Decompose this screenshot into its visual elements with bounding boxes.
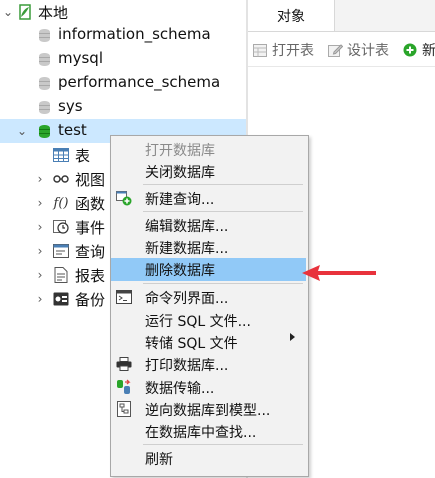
new-query-icon — [116, 190, 132, 206]
menu-item-new-query[interactable]: 新建查询... — [111, 187, 306, 210]
menu-item-print-database[interactable]: 打印数据库... — [111, 353, 306, 376]
design-table-label: 设计表 — [347, 43, 389, 59]
tab-objects[interactable]: 对象 — [248, 0, 335, 31]
menu-item-run-sql-file[interactable]: 运行 SQL 文件... — [111, 309, 306, 332]
chevron-down-icon[interactable]: ⌄ — [16, 124, 28, 138]
tree-node-connection[interactable]: ⌄ 本地 — [0, 0, 246, 24]
open-table-button[interactable]: 打开表 — [252, 40, 314, 60]
tree-node-label: 事件 — [75, 219, 106, 237]
database-icon — [36, 123, 52, 139]
connection-leaf-icon — [17, 4, 33, 20]
design-table-icon — [327, 42, 343, 58]
menu-item-label: 打开数据库 — [145, 143, 215, 159]
function-icon: f() — [53, 195, 69, 211]
new-table-label: 新 — [422, 43, 435, 59]
menu-item-delete-database[interactable]: 删除数据库 — [111, 258, 306, 281]
menu-separator — [143, 184, 303, 185]
menu-item-label: 逆向数据库到模型... — [145, 403, 271, 419]
tree-node-database[interactable]: sys — [0, 95, 246, 119]
menu-item-label: 关闭数据库 — [145, 165, 215, 181]
chevron-right-icon[interactable]: › — [34, 292, 46, 306]
data-transfer-icon — [116, 379, 132, 395]
menu-separator — [143, 211, 303, 212]
menu-item-label: 运行 SQL 文件... — [145, 314, 251, 330]
menu-item-reverse-to-model[interactable]: 逆向数据库到模型... — [111, 398, 306, 421]
menu-item-refresh[interactable]: 刷新 — [111, 447, 306, 470]
database-icon — [36, 27, 52, 43]
design-table-button[interactable]: 设计表 — [327, 40, 389, 60]
menu-item-label: 新建查询... — [145, 192, 215, 208]
menu-item-dump-sql-file[interactable]: 转储 SQL 文件 — [111, 331, 306, 354]
new-table-button[interactable]: 新 — [402, 40, 435, 60]
chevron-down-icon[interactable]: ⌄ — [2, 5, 14, 19]
tree-node-label: 报表 — [75, 267, 106, 285]
menu-item-label: 新建数据库... — [145, 241, 229, 257]
menu-item-label: 编辑数据库... — [145, 219, 229, 235]
open-table-icon — [252, 42, 268, 58]
chevron-right-icon[interactable]: › — [34, 196, 46, 210]
table-icon — [53, 147, 69, 163]
menu-separator — [143, 283, 303, 284]
open-table-label: 打开表 — [272, 43, 314, 59]
tree-node-label: information_schema — [58, 25, 211, 43]
add-icon — [402, 42, 418, 58]
menu-item-close-database[interactable]: 关闭数据库 — [111, 160, 306, 183]
submenu-arrow-icon — [290, 333, 295, 341]
tree-node-label: 视图 — [75, 171, 106, 189]
annotation-arrow-icon — [302, 265, 376, 281]
view-glasses-icon — [53, 171, 69, 187]
menu-item-label: 打印数据库... — [145, 358, 229, 374]
menu-item-open-database[interactable]: 打开数据库 — [111, 138, 306, 161]
tree-node-database[interactable]: performance_schema — [0, 71, 246, 95]
tree-node-label: test — [58, 121, 87, 139]
chevron-right-icon[interactable]: › — [34, 244, 46, 258]
menu-item-new-database[interactable]: 新建数据库... — [111, 236, 306, 259]
console-icon — [116, 289, 132, 305]
tree-node-label: 查询 — [75, 243, 106, 261]
tree-node-label: 本地 — [38, 4, 69, 22]
tree-node-database[interactable]: mysql — [0, 47, 246, 71]
tree-node-label: performance_schema — [58, 73, 221, 91]
menu-item-label: 刷新 — [145, 452, 173, 468]
query-icon — [53, 243, 69, 259]
tree-node-label: sys — [58, 97, 83, 115]
menu-item-console[interactable]: 命令列界面... — [111, 286, 306, 309]
backup-icon — [53, 291, 69, 307]
menu-item-label: 在数据库中查找... — [145, 425, 257, 441]
database-icon — [36, 99, 52, 115]
menu-item-label: 删除数据库 — [145, 263, 215, 279]
menu-item-label: 转储 SQL 文件 — [145, 336, 238, 352]
menu-item-label: 命令列界面... — [145, 291, 229, 307]
database-icon — [36, 75, 52, 91]
menu-item-data-transfer[interactable]: 数据传输... — [111, 376, 306, 399]
tree-node-label: mysql — [58, 49, 103, 67]
report-icon — [53, 267, 69, 283]
menu-separator — [143, 444, 303, 445]
chevron-right-icon[interactable]: › — [34, 268, 46, 282]
printer-icon — [116, 356, 132, 372]
tree-node-label: 函数 — [75, 195, 106, 213]
tree-node-database[interactable]: information_schema — [0, 23, 246, 47]
menu-item-label: 数据传输... — [145, 381, 215, 397]
database-icon — [36, 51, 52, 67]
menu-item-edit-database[interactable]: 编辑数据库... — [111, 214, 306, 237]
tree-node-label: 表 — [75, 147, 91, 165]
menu-item-find-in-database[interactable]: 在数据库中查找... — [111, 420, 306, 443]
chevron-right-icon[interactable]: › — [34, 220, 46, 234]
tree-node-label: 备份 — [75, 291, 106, 309]
model-icon — [116, 401, 132, 417]
chevron-right-icon[interactable]: › — [34, 172, 46, 186]
event-clock-icon — [53, 219, 69, 235]
tab-label: 对象 — [277, 8, 305, 25]
